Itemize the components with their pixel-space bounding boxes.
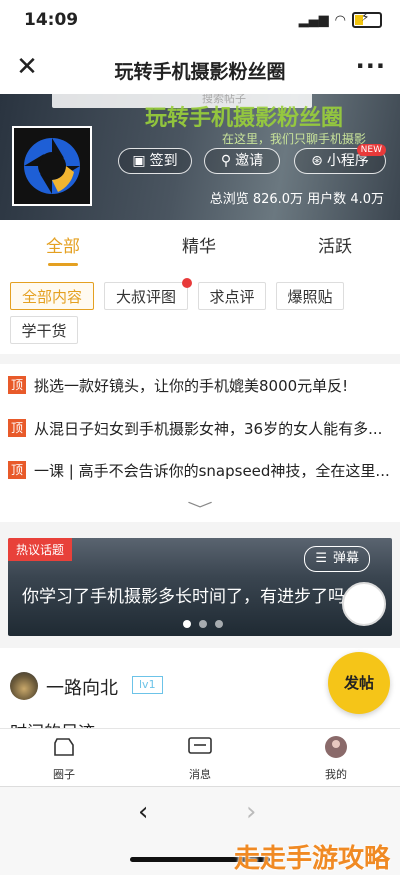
carousel-dot [183,620,191,628]
add-user-icon: ⚲ [220,153,232,169]
pin-badge: 顶 [8,376,26,394]
chevron-down-icon[interactable]: ﹀ [187,496,213,520]
pinned-item[interactable]: 顶 挑选一款好镜头，让你的手机媲美8000元单反! [8,373,392,397]
forward-arrow-icon[interactable]: › [246,797,256,827]
avatar [342,582,386,626]
navigation-bar: ✕ 玩转手机摄影粉丝圈 ··· [0,44,400,94]
banner-title: 玩转手机摄影粉丝圈 [145,106,344,131]
avatar[interactable] [10,672,38,700]
hot-topic-card[interactable]: 热议话题 ☰ 弹幕 你学习了手机摄影多长时间了，有进步了吗 [8,538,392,636]
watermark: 走走手游攻略 [233,844,390,874]
notification-dot [182,278,192,288]
battery-icon: ⚡ [352,10,382,28]
hot-topic-tag: 热议话题 [8,538,73,561]
signal-icon: ▂▄▆ [298,12,329,28]
tab-all[interactable]: 全部 [18,232,108,257]
profile-avatar-icon [325,736,347,758]
checkin-button[interactable]: ▣ 签到 [118,148,192,174]
group-logo [12,126,92,206]
post-username[interactable]: 一路向北 [46,674,118,700]
bottom-tab-bar: 圈子 消息 我的 [0,728,400,787]
status-time: 14:09 [24,10,79,30]
status-bar: 14:09 ▂▄▆ ◠ ⚡ [0,0,400,44]
tabbar-messages[interactable]: 消息 [160,735,240,782]
carousel-dot [215,620,223,628]
page-title: 玩转手机摄影粉丝圈 [114,61,286,83]
pinned-item[interactable]: 顶 一课 | 高手不会告诉你的snapseed神技，全在这里... [8,458,392,482]
category-all[interactable]: 全部内容 [10,282,94,310]
tabbar-circle[interactable]: 圈子 [24,735,104,782]
more-icon[interactable]: ··· [356,52,386,80]
category-tips[interactable]: 学干货 [10,316,78,344]
hot-topic-text: 你学习了手机摄影多长时间了，有进步了吗 [22,587,345,607]
category-critique[interactable]: 求点评 [198,282,266,310]
category-filter: 全部内容 大叔评图 求点评 爆照贴 学干货 [0,266,400,354]
circle-icon [54,738,74,756]
banner-slogan: 在这里，我们只聊手机摄影 [222,132,367,146]
status-icons: ▂▄▆ ◠ ⚡ [298,10,382,28]
danmu-button[interactable]: ☰ 弹幕 [304,546,370,572]
category-photos[interactable]: 爆照贴 [276,282,344,310]
tab-featured[interactable]: 精华 [154,232,244,257]
wifi-icon: ◠ [334,12,346,28]
carousel-dots [183,620,223,628]
message-icon [188,737,212,754]
category-uncle-review[interactable]: 大叔评图 [104,282,188,310]
new-badge: NEW [356,144,386,156]
tabbar-me[interactable]: 我的 [296,735,376,782]
pinned-item[interactable]: 顶 从混日子妇女到手机摄影女神，36岁的女人能有多... [8,416,392,440]
pinned-posts: 顶 挑选一款好镜头，让你的手机媲美8000元单反! 顶 从混日子妇女到手机摄影女… [0,364,400,522]
pinned-title: 从混日子妇女到手机摄影女神，36岁的女人能有多... [34,419,383,438]
danmu-icon: ☰ [315,551,327,566]
tab-active[interactable]: 活跃 [290,232,380,257]
level-badge: lv1 [132,676,163,694]
pinned-title: 挑选一款好镜头，让你的手机媲美8000元单反! [34,376,349,395]
pin-badge: 顶 [8,419,26,437]
pinned-title: 一课 | 高手不会告诉你的snapseed神技，全在这里... [34,461,390,480]
pin-badge: 顶 [8,461,26,479]
calendar-icon: ▣ [132,153,146,169]
invite-button[interactable]: ⚲ 邀请 [204,148,280,174]
back-arrow-icon[interactable]: ‹ [138,797,148,827]
new-post-button[interactable]: 发帖 [328,652,390,714]
group-stats: 总浏览 826.0万 用户数 4.0万 [209,192,384,207]
carousel-dot [199,620,207,628]
group-banner: 搜索帖子 玩转手机摄影粉丝圈 在这里，我们只聊手机摄影 ▣ 签到 ⚲ 邀请 ⊛ … [0,94,400,220]
miniprogram-icon: ⊛ [311,153,323,169]
feed-tabs: 全部 精华 活跃 [0,220,400,267]
